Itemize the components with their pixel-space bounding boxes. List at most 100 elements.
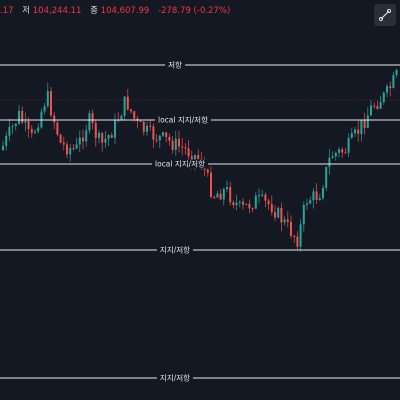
candle-body [101, 132, 104, 143]
candle-body [98, 132, 100, 138]
candle-body [162, 132, 164, 136]
candle-body [197, 155, 200, 160]
candle-body [46, 91, 49, 107]
candle-body [104, 138, 107, 143]
close-label: 종 [90, 6, 98, 16]
support-label-2: 지지/저항 [156, 373, 194, 383]
candle-body [229, 187, 232, 203]
candle-body [88, 113, 91, 131]
candle-body [213, 197, 216, 199]
candle-body [322, 187, 324, 199]
candle-body [315, 191, 318, 200]
candle-body [258, 195, 260, 197]
candle-body [43, 106, 46, 112]
change-value: -278.79 (-0.27%) [158, 6, 231, 16]
candle-body [373, 105, 376, 107]
candle-body [238, 201, 241, 203]
candle-body [206, 169, 209, 173]
candle-body [392, 74, 395, 88]
candle-body [395, 70, 398, 75]
candle-body [280, 207, 283, 223]
candle-body [75, 144, 78, 149]
candle-body [107, 135, 110, 139]
candle-body [331, 156, 334, 158]
candle-body [82, 137, 84, 142]
candle-body [264, 194, 267, 201]
candle-body [158, 135, 161, 141]
candle-body [168, 136, 171, 141]
candle-body [149, 125, 152, 127]
candle-body [366, 115, 369, 128]
candle-body [386, 86, 388, 93]
candle-body [274, 212, 276, 218]
candle-body [302, 204, 305, 225]
candle-body [270, 204, 273, 213]
candle-body [306, 203, 308, 205]
candle-body [133, 111, 136, 119]
candle-body [142, 121, 145, 132]
candle-body [8, 126, 11, 136]
candle-body [69, 147, 72, 155]
candle-body [338, 149, 340, 153]
close-value: 104,607.99 [100, 6, 150, 16]
candle-body [254, 195, 257, 209]
candle-body [37, 127, 40, 132]
candle-body [328, 157, 331, 167]
candle-body [155, 139, 158, 141]
candle-body [184, 147, 187, 149]
candle-body [62, 142, 65, 145]
open-value-tail: .17 [0, 6, 14, 16]
candle-body [261, 194, 264, 196]
candle-body [171, 140, 174, 150]
candle-body [357, 129, 360, 134]
candle-body [126, 96, 129, 110]
candle-body [363, 120, 366, 128]
candle-body [354, 129, 356, 134]
candle-body [165, 132, 168, 137]
candle-body [94, 122, 97, 138]
ohlc-legend: .17 저 104,244.11 종 104,607.99 -278.79 (-… [0, 4, 230, 16]
candle-body [242, 201, 244, 205]
candle-body [72, 147, 75, 149]
price-chart[interactable] [0, 0, 400, 400]
resistance-label: 저항 [165, 60, 185, 70]
candle-body [34, 131, 36, 133]
candle-body [370, 105, 372, 116]
candle-body [245, 203, 248, 205]
candle-body [325, 166, 328, 188]
candle-body [178, 138, 180, 147]
candle-body [299, 224, 302, 247]
candle-body [50, 91, 52, 116]
support-resistance-lines[interactable] [0, 64, 400, 379]
candle-body [293, 235, 296, 237]
candle-body [267, 200, 270, 205]
candle-body [24, 121, 27, 123]
candle-body [152, 126, 155, 140]
candle-body [181, 146, 184, 148]
candle-body [139, 120, 142, 122]
candle-body [334, 152, 337, 157]
low-value: 104,244.11 [32, 6, 82, 16]
candle-body [21, 110, 24, 123]
candle-body [251, 208, 254, 210]
candle-body [91, 113, 94, 123]
candle-body [18, 110, 20, 124]
candle-body [360, 120, 363, 134]
candle-body [210, 172, 212, 198]
candle-body [376, 106, 379, 109]
candle-body [187, 148, 190, 157]
candle-body [216, 193, 219, 198]
candle-body [382, 92, 385, 103]
candle-body [174, 138, 177, 150]
candle-body [347, 138, 350, 153]
candle-body [30, 128, 33, 133]
candle-body [85, 130, 88, 142]
candle-body [78, 137, 81, 145]
trend-line-tool-button[interactable] [374, 4, 396, 26]
candle-body [27, 121, 30, 129]
candle-body [312, 191, 315, 201]
candle-body [123, 96, 126, 116]
local-lower-level-label: local 지지/저항 [152, 159, 208, 169]
candle-body [59, 134, 62, 143]
candle-body [14, 123, 17, 127]
